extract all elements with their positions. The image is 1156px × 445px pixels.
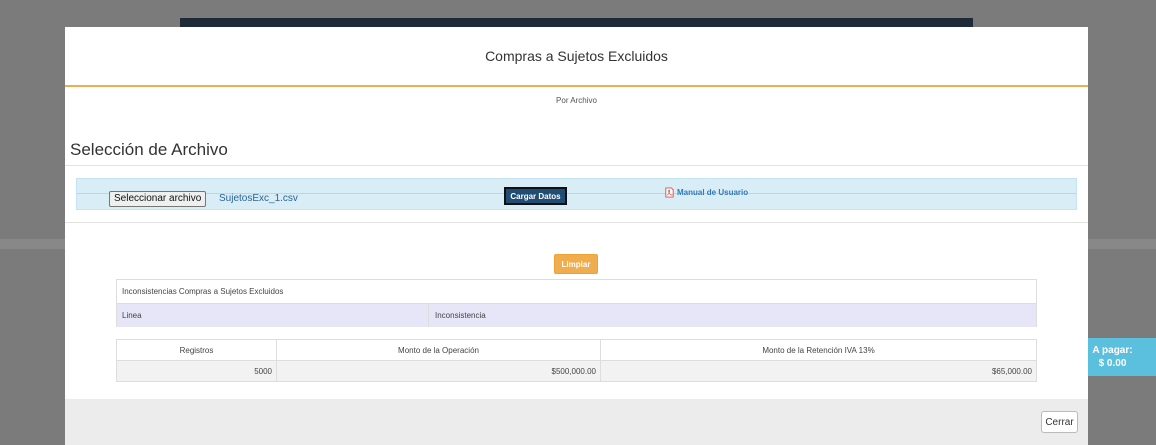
summary-table: Registros Monto de la Operación Monto de…	[116, 339, 1037, 382]
user-manual-label: Manual de Usuario	[677, 188, 749, 197]
inconsistencies-title: Inconsistencias Compras a Sujetos Exclui…	[117, 280, 1036, 304]
clear-button[interactable]: Limpiar	[554, 254, 598, 274]
backdrop-footer	[65, 398, 1088, 445]
modal-title: Compras a Sujetos Excluidos	[485, 48, 668, 64]
inconsistencies-header: Linea Inconsistencia	[117, 304, 1036, 327]
user-manual-link[interactable]: Manual de Usuario	[664, 187, 748, 198]
load-data-button[interactable]: Cargar Datos	[504, 187, 567, 205]
column-header-withholding-amount: Monto de la Retención IVA 13%	[600, 339, 1037, 361]
column-header-operation-amount: Monto de la Operación	[276, 339, 601, 361]
modal-header: Compras a Sujetos Excluidos	[65, 27, 1088, 87]
column-header-records: Registros	[116, 339, 277, 361]
upload-panel: Seleccionar archivo SujetosExc_1.csv Car…	[76, 178, 1077, 210]
inconsistencies-table: Inconsistencias Compras a Sujetos Exclui…	[116, 279, 1037, 327]
divider	[65, 222, 1088, 223]
choose-file-button[interactable]: Seleccionar archivo	[109, 191, 207, 207]
operation-amount-value: $500,000.00	[276, 360, 601, 382]
summary-header-row: Registros Monto de la Operación Monto de…	[116, 339, 1037, 361]
table-row: 5000 $500,000.00 $65,000.00	[116, 360, 1037, 382]
divider	[65, 165, 1088, 166]
selected-file-name: SujetosExc_1.csv	[219, 193, 298, 204]
records-value: 5000	[116, 360, 277, 382]
section-title: Selección de Archivo	[70, 140, 228, 159]
pdf-icon	[665, 187, 674, 198]
column-header-line: Linea	[117, 304, 429, 327]
modal-dialog: Compras a Sujetos Excluidos Por Archivo …	[65, 27, 1088, 399]
pay-badge-amount: $ 0.00	[1098, 358, 1127, 369]
withholding-amount-value: $65,000.00	[600, 360, 1037, 382]
close-button[interactable]: Cerrar	[1041, 411, 1078, 433]
column-header-inconsistency: Inconsistencia	[435, 311, 486, 320]
pay-badge-label: A pagar:	[1092, 345, 1133, 356]
method-label: Por Archivo	[556, 96, 597, 105]
